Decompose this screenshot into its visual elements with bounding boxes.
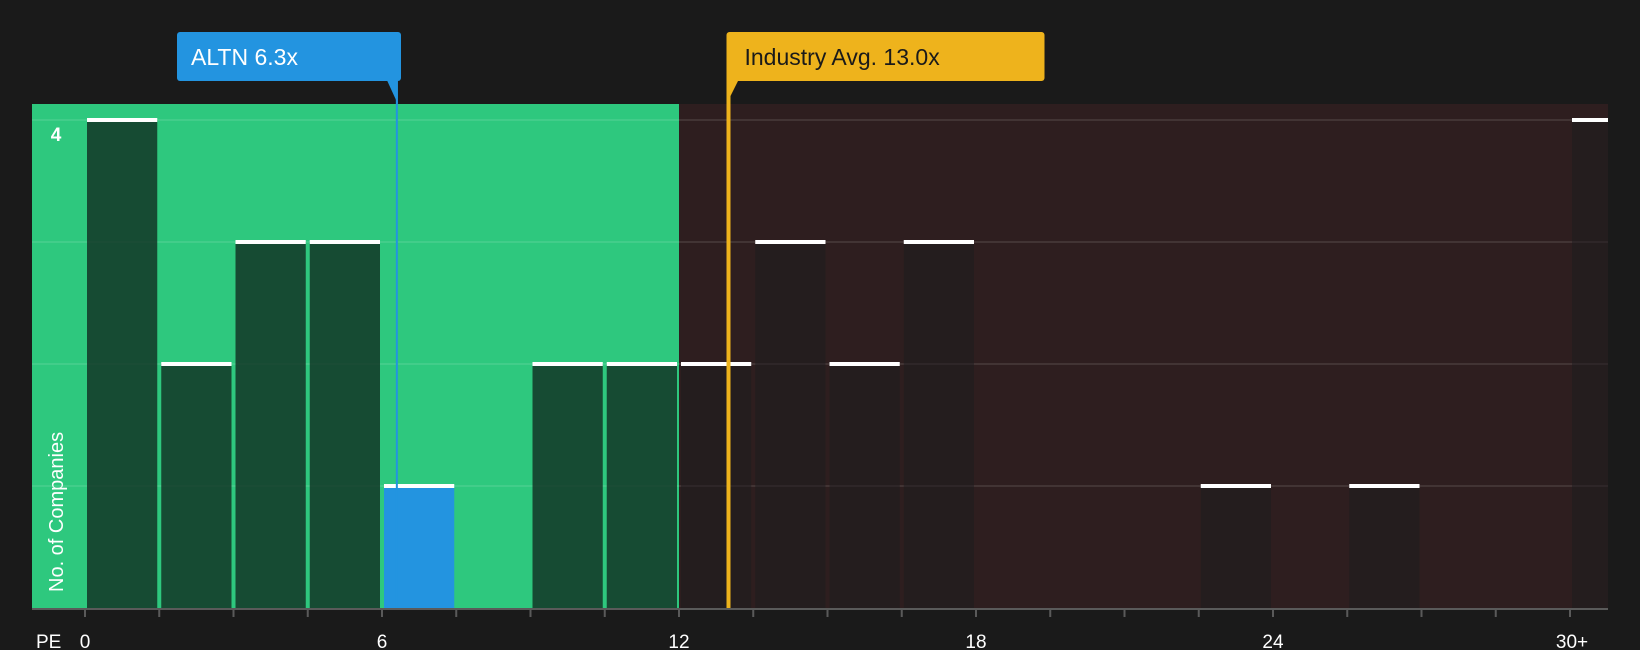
bar-top-cap — [1200, 484, 1271, 488]
histogram-bar — [87, 120, 158, 608]
x-tick-label: 18 — [965, 632, 986, 650]
pe-histogram-chart: 0 6 12 18 24 30+ PE 4 No. of Companies ALTN 6.3… — [0, 0, 1640, 650]
y-axis-title: No. of Companies — [46, 432, 68, 592]
x-tick-label: 24 — [1262, 632, 1284, 650]
x-tick-label: 6 — [377, 632, 388, 650]
histogram-bar — [606, 364, 677, 608]
x-tick-label: 12 — [668, 632, 689, 650]
bar-top-cap — [606, 362, 677, 366]
x-axis-title: PE — [36, 632, 61, 650]
histogram-bar — [532, 364, 603, 608]
x-tick-label: 0 — [80, 632, 91, 650]
histogram-bar — [384, 486, 455, 608]
histogram-bar — [755, 242, 826, 608]
company-marker-label: ALTN 6.3x — [191, 44, 298, 70]
histogram-bar — [903, 242, 974, 608]
bar-top-cap — [1349, 484, 1420, 488]
bar-top-cap — [87, 118, 158, 122]
y-tick-label: 4 — [51, 125, 62, 146]
histogram-bar — [309, 242, 380, 608]
histogram-bar — [161, 364, 232, 608]
histogram-bar — [1572, 120, 1608, 608]
bar-top-cap — [235, 240, 306, 244]
bar-top-cap — [903, 240, 974, 244]
bar-top-cap — [384, 484, 455, 488]
histogram-bar — [681, 364, 752, 608]
histogram-bar — [1200, 486, 1271, 608]
bar-top-cap — [755, 240, 826, 244]
industry-marker-label: Industry Avg. 13.0x — [745, 44, 941, 70]
bar-top-cap — [829, 362, 900, 366]
histogram-bar — [235, 242, 306, 608]
histogram-bar — [1349, 486, 1420, 608]
bar-top-cap — [1572, 118, 1608, 122]
histogram-bar — [829, 364, 900, 608]
bar-top-cap — [681, 362, 752, 366]
bar-top-cap — [161, 362, 232, 366]
x-tick-label: 30+ — [1556, 632, 1588, 650]
bar-top-cap — [532, 362, 603, 366]
bar-top-cap — [309, 240, 380, 244]
